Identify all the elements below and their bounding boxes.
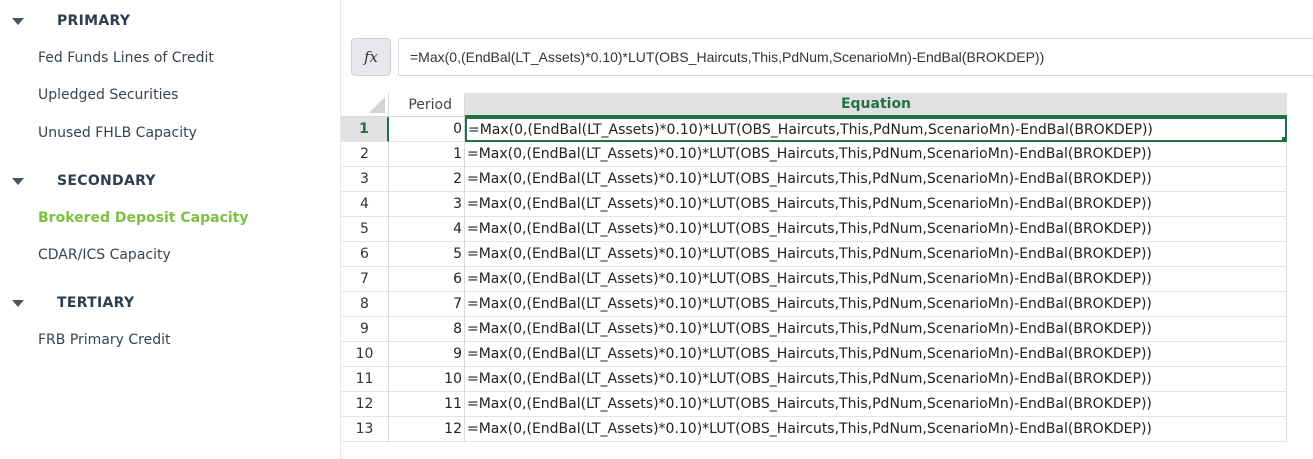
equation-text: =Max(0,(EndBal(LT_Assets)*0.10)*LUT(OBS_…: [467, 171, 1152, 187]
period-cell[interactable]: 5: [389, 242, 465, 267]
table-row[interactable]: 13 12 =Max(0,(EndBal(LT_Assets)*0.10)*LUT(…: [341, 417, 1287, 442]
sidebar-nav: PRIMARY Fed Funds Lines of Credit Upledg…: [0, 0, 341, 459]
row-number[interactable]: 12: [341, 392, 389, 417]
row-number[interactable]: 9: [341, 317, 389, 342]
row-number[interactable]: 13: [341, 417, 389, 442]
equation-cell[interactable]: =Max(0,(EndBal(LT_Assets)*0.10)*LUT(OBS_…: [465, 267, 1287, 292]
row-number[interactable]: 8: [341, 292, 389, 317]
period-cell[interactable]: 8: [389, 317, 465, 342]
section-title: SECONDARY: [57, 173, 156, 189]
row-number[interactable]: 11: [341, 367, 389, 392]
equation-text: =Max(0,(EndBal(LT_Assets)*0.10)*LUT(OBS_…: [467, 346, 1152, 362]
grid-header-row: Period Equation: [341, 93, 1287, 117]
equation-text: =Max(0,(EndBal(LT_Assets)*0.10)*LUT(OBS_…: [467, 296, 1152, 312]
section-title: PRIMARY: [57, 13, 131, 29]
select-all-corner[interactable]: [341, 93, 389, 117]
table-row[interactable]: 4 3 =Max(0,(EndBal(LT_Assets)*0.10)*LUT(OB…: [341, 192, 1287, 217]
caret-down-icon[interactable]: [12, 299, 24, 307]
function-button[interactable]: fx: [351, 38, 391, 76]
equation-cell[interactable]: =Max(0,(EndBal(LT_Assets)*0.10)*LUT(OBS_…: [465, 392, 1287, 417]
sidebar-item-unused-fhlb-capacity[interactable]: Unused FHLB Capacity: [38, 125, 197, 141]
caret-down-icon[interactable]: [12, 177, 24, 185]
equation-cell[interactable]: =Max(0,(EndBal(LT_Assets)*0.10)*LUT(OBS_…: [465, 142, 1287, 167]
row-number[interactable]: 5: [341, 217, 389, 242]
equation-text: =Max(0,(EndBal(LT_Assets)*0.10)*LUT(OBS_…: [467, 271, 1152, 287]
equation-cell[interactable]: =Max(0,(EndBal(LT_Assets)*0.10)*LUT(OBS_…: [465, 317, 1287, 342]
equation-cell[interactable]: =Max(0,(EndBal(LT_Assets)*0.10)*LUT(OBS_…: [465, 117, 1287, 142]
period-cell[interactable]: 4: [389, 217, 465, 242]
table-row[interactable]: 3 2 =Max(0,(EndBal(LT_Assets)*0.10)*LUT(OB…: [341, 167, 1287, 192]
sidebar-item-brokered-deposit-capacity[interactable]: Brokered Deposit Capacity: [38, 210, 248, 226]
table-row[interactable]: 8 7 =Max(0,(EndBal(LT_Assets)*0.10)*LUT(OB…: [341, 292, 1287, 317]
equation-text: =Max(0,(EndBal(LT_Assets)*0.10)*LUT(OBS_…: [467, 221, 1152, 237]
column-header-period[interactable]: Period: [389, 93, 465, 117]
equation-text: =Max(0,(EndBal(LT_Assets)*0.10)*LUT(OBS_…: [467, 371, 1152, 387]
row-number[interactable]: 2: [341, 142, 389, 167]
equation-text: =Max(0,(EndBal(LT_Assets)*0.10)*LUT(OBS_…: [467, 396, 1152, 412]
equation-cell[interactable]: =Max(0,(EndBal(LT_Assets)*0.10)*LUT(OBS_…: [465, 167, 1287, 192]
equation-text: =Max(0,(EndBal(LT_Assets)*0.10)*LUT(OBS_…: [467, 321, 1152, 337]
equation-cell[interactable]: =Max(0,(EndBal(LT_Assets)*0.10)*LUT(OBS_…: [465, 217, 1287, 242]
row-number[interactable]: 3: [341, 167, 389, 192]
table-row[interactable]: 9 8 =Max(0,(EndBal(LT_Assets)*0.10)*LUT(OB…: [341, 317, 1287, 342]
equation-text: =Max(0,(EndBal(LT_Assets)*0.10)*LUT(OBS_…: [467, 196, 1152, 212]
section-title: TERTIARY: [57, 295, 135, 311]
table-row[interactable]: 2 1 =Max(0,(EndBal(LT_Assets)*0.10)*LUT(OB…: [341, 142, 1287, 167]
table-row[interactable]: 12 11 =Max(0,(EndBal(LT_Assets)*0.10)*LUT(…: [341, 392, 1287, 417]
period-cell[interactable]: 9: [389, 342, 465, 367]
equation-cell[interactable]: =Max(0,(EndBal(LT_Assets)*0.10)*LUT(OBS_…: [465, 417, 1287, 442]
period-cell[interactable]: 3: [389, 192, 465, 217]
period-cell[interactable]: 10: [389, 367, 465, 392]
equation-cell[interactable]: =Max(0,(EndBal(LT_Assets)*0.10)*LUT(OBS_…: [465, 367, 1287, 392]
equation-text: =Max(0,(EndBal(LT_Assets)*0.10)*LUT(OBS_…: [467, 421, 1152, 437]
equation-text: =Max(0,(EndBal(LT_Assets)*0.10)*LUT(OBS_…: [467, 246, 1152, 262]
equation-cell[interactable]: =Max(0,(EndBal(LT_Assets)*0.10)*LUT(OBS_…: [465, 342, 1287, 367]
period-cell[interactable]: 6: [389, 267, 465, 292]
row-number[interactable]: 4: [341, 192, 389, 217]
table-row[interactable]: 6 5 =Max(0,(EndBal(LT_Assets)*0.10)*LUT(OB…: [341, 242, 1287, 267]
column-header-equation[interactable]: Equation: [465, 93, 1287, 117]
row-number[interactable]: 1: [341, 117, 389, 142]
formula-input[interactable]: =Max(0,(EndBal(LT_Assets)*0.10)*LUT(OBS_…: [398, 38, 1313, 76]
sidebar-item-fed-funds-lines-of-credit[interactable]: Fed Funds Lines of Credit: [38, 50, 214, 66]
row-number[interactable]: 10: [341, 342, 389, 367]
row-number[interactable]: 7: [341, 267, 389, 292]
equation-cell[interactable]: =Max(0,(EndBal(LT_Assets)*0.10)*LUT(OBS_…: [465, 292, 1287, 317]
table-row[interactable]: 10 9 =Max(0,(EndBal(LT_Assets)*0.10)*LUT(O…: [341, 342, 1287, 367]
period-cell[interactable]: 7: [389, 292, 465, 317]
fx-icon: fx: [363, 48, 378, 66]
equation-cell[interactable]: =Max(0,(EndBal(LT_Assets)*0.10)*LUT(OBS_…: [465, 242, 1287, 267]
table-row[interactable]: 5 4 =Max(0,(EndBal(LT_Assets)*0.10)*LUT(OB…: [341, 217, 1287, 242]
row-number[interactable]: 6: [341, 242, 389, 267]
sidebar-item-upledged-securities[interactable]: Upledged Securities: [38, 87, 178, 103]
sidebar-item-cdar-ics-capacity[interactable]: CDAR/ICS Capacity: [38, 247, 171, 263]
equation-text: =Max(0,(EndBal(LT_Assets)*0.10)*LUT(OBS_…: [468, 121, 1153, 138]
sidebar-item-frb-primary-credit[interactable]: FRB Primary Credit: [38, 332, 171, 348]
period-cell[interactable]: 12: [389, 417, 465, 442]
equation-text: =Max(0,(EndBal(LT_Assets)*0.10)*LUT(OBS_…: [467, 146, 1152, 162]
caret-down-icon[interactable]: [12, 17, 24, 25]
table-row[interactable]: 1 0 =Max(0,(EndBal(LT_Assets)*0.10)*LUT(OB…: [341, 117, 1287, 142]
period-cell[interactable]: 1: [389, 142, 465, 167]
period-cell[interactable]: 2: [389, 167, 465, 192]
period-cell[interactable]: 11: [389, 392, 465, 417]
select-all-icon: [369, 97, 385, 113]
table-row[interactable]: 11 10 =Max(0,(EndBal(LT_Assets)*0.10)*LUT(…: [341, 367, 1287, 392]
period-cell[interactable]: 0: [389, 117, 465, 142]
equation-cell[interactable]: =Max(0,(EndBal(LT_Assets)*0.10)*LUT(OBS_…: [465, 192, 1287, 217]
table-row[interactable]: 7 6 =Max(0,(EndBal(LT_Assets)*0.10)*LUT(OB…: [341, 267, 1287, 292]
